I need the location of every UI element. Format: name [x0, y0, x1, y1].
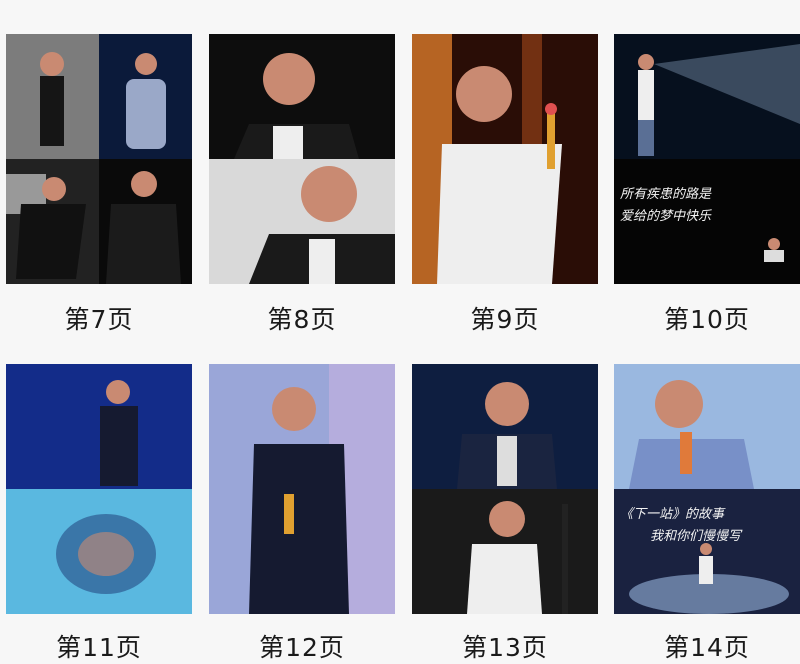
- page-9-photo: [412, 34, 598, 284]
- page-9-label[interactable]: 第9页: [412, 300, 598, 336]
- page-7-collage: [6, 34, 192, 284]
- page-8-collage: [209, 34, 395, 284]
- page-11-thumbnail[interactable]: [6, 364, 192, 614]
- page-12-photo: [209, 364, 395, 614]
- page-8-label[interactable]: 第8页: [209, 300, 395, 336]
- page-14-overlay-line2: 我和你们慢慢写: [650, 529, 742, 544]
- page-10-thumbnail[interactable]: 所有疾患的路是 爱给的梦中快乐: [614, 34, 800, 284]
- page-10-label[interactable]: 第10页: [614, 300, 800, 336]
- page-9-thumbnail[interactable]: [412, 34, 598, 284]
- page-13-thumbnail[interactable]: [412, 364, 598, 614]
- page-7-label[interactable]: 第7页: [6, 300, 192, 336]
- page-14-collage: [614, 364, 800, 614]
- page-12-thumbnail[interactable]: [209, 364, 395, 614]
- page-14-thumbnail[interactable]: 《下一站》的故事 我和你们慢慢写: [614, 364, 800, 614]
- page-10-collage: [614, 34, 800, 284]
- page-10-overlay-line2: 爱给的梦中快乐: [620, 209, 712, 224]
- page-grid: { "pages": [ {"label": "第7页"}, {"label":…: [0, 0, 800, 662]
- page-13-collage: [412, 364, 598, 614]
- page-7-thumbnail[interactable]: [6, 34, 192, 284]
- page-10-overlay-line1: 所有疾患的路是: [620, 187, 712, 202]
- page-8-thumbnail[interactable]: [209, 34, 395, 284]
- page-11-collage: [6, 364, 192, 614]
- page-14-overlay-line1: 《下一站》的故事: [620, 507, 725, 522]
